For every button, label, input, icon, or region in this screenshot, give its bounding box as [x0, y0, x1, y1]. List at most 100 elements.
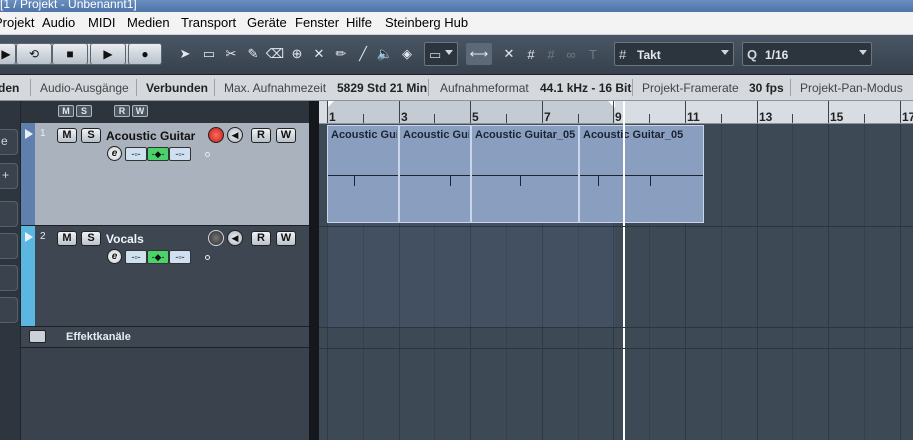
inspector-insert-button[interactable]: +	[0, 163, 18, 189]
menu-bar: Projekt Audio MIDI Medien Transport Gerä…	[0, 12, 913, 35]
track-list-divider[interactable]	[309, 101, 319, 440]
audio-event[interactable]: Acoustic Gui	[399, 125, 471, 223]
read-automation-button[interactable]: R	[251, 231, 271, 246]
color-tool[interactable]: ◈	[396, 43, 418, 65]
info-item: Verbunden	[146, 81, 209, 95]
monitor-button[interactable]: ◀	[227, 230, 243, 246]
inspector-section-2[interactable]	[0, 233, 18, 259]
track-name[interactable]: Vocals	[106, 232, 144, 246]
track-name[interactable]: Acoustic Guitar	[106, 129, 195, 143]
snap-mode-button[interactable]: ✕	[498, 43, 520, 65]
bar-number: 9	[615, 110, 622, 124]
ruler-tick	[685, 101, 686, 123]
inserts-button[interactable]: -▫-	[125, 147, 147, 161]
split-tool[interactable]: ✂	[220, 43, 242, 65]
menu-midi[interactable]: MIDI	[88, 15, 115, 30]
cycle-range[interactable]	[327, 101, 615, 123]
object-selection-tool[interactable]: ➤	[174, 43, 196, 65]
inserts-button[interactable]: -▫-	[125, 250, 147, 264]
audio-event[interactable]: Acoustic Gui	[327, 125, 399, 223]
mute-button[interactable]: M	[57, 231, 77, 246]
go-to-end-button[interactable]: ▶	[0, 43, 16, 65]
project-cursor[interactable]	[623, 101, 625, 440]
global-mute-button[interactable]: M	[58, 105, 74, 117]
color-select[interactable]: ▭	[424, 42, 458, 66]
track-expand-icon[interactable]	[25, 129, 33, 139]
erase-tool[interactable]: ⌫	[264, 43, 286, 65]
info-item: 30 fps	[749, 81, 784, 95]
track-vocals[interactable]: 2 M S Vocals ◀ R W e -▫- -◆- -▫-	[21, 226, 309, 327]
track-separator	[319, 226, 913, 227]
stop-button[interactable]: ■	[52, 43, 88, 65]
menu-geraete[interactable]: Geräte	[247, 15, 287, 30]
plus-icon: +	[2, 168, 10, 182]
fx-channel-folder[interactable]: Effektkanäle	[21, 327, 309, 348]
waveform	[472, 175, 578, 176]
play-button[interactable]: ▶	[90, 43, 126, 65]
track-acoustic-guitar[interactable]: 1 M S Acoustic Guitar ◀ R W e -▫- -◆- -▫…	[21, 123, 309, 226]
record-button[interactable]: ●	[128, 43, 162, 65]
inspector-section-3[interactable]	[0, 265, 18, 291]
eq-button[interactable]: -◆-	[147, 147, 169, 161]
read-automation-button[interactable]: R	[251, 128, 271, 143]
write-automation-button[interactable]: W	[276, 231, 296, 246]
arrange-window[interactable]: 1 3 5 7 9 11 13 15 17 Acoustic Gui Acoustic Gui Ac…	[319, 101, 913, 440]
grid-icon: #	[527, 46, 535, 62]
ruler-tick	[327, 101, 328, 123]
paint-icon: ◈	[402, 46, 412, 61]
draw-tool[interactable]: ✏	[330, 43, 352, 65]
cycle-button[interactable]: ⟲	[16, 43, 52, 65]
grid-type-select[interactable]: # Takt	[614, 42, 734, 66]
line-tool[interactable]: ╱	[352, 43, 374, 65]
ruler-tick	[828, 101, 829, 123]
monitor-button[interactable]: ◀	[227, 127, 243, 143]
menu-fenster[interactable]: Fenster	[295, 15, 339, 30]
inspector-section-1[interactable]	[0, 201, 18, 227]
solo-button[interactable]: S	[81, 128, 101, 143]
glue-tool[interactable]: ✎	[242, 43, 264, 65]
mute-button[interactable]: M	[57, 128, 77, 143]
menu-audio[interactable]: Audio	[42, 15, 75, 30]
global-write-button[interactable]: W	[132, 105, 148, 117]
inspector-edit-button[interactable]: e	[0, 129, 18, 155]
menu-transport[interactable]: Transport	[181, 15, 236, 30]
link-button[interactable]: ∞	[560, 43, 582, 65]
sends-button[interactable]: -▫-	[169, 147, 191, 161]
grid-disabled-button[interactable]: #	[540, 43, 562, 65]
zoom-tool[interactable]: ⊕	[286, 43, 308, 65]
edit-channel-button[interactable]: e	[107, 146, 122, 161]
tuning-button[interactable]: T	[582, 43, 604, 65]
quantize-select[interactable]: Q 1/16	[742, 42, 872, 66]
global-solo-button[interactable]: S	[76, 105, 92, 117]
inspector-strip: e +	[0, 101, 21, 440]
inspector-section-4[interactable]	[0, 297, 18, 323]
grid-button[interactable]: #	[520, 43, 542, 65]
track-expand-icon[interactable]	[25, 232, 33, 242]
menu-hilfe[interactable]: Hilfe	[346, 15, 372, 30]
range-selection-tool[interactable]: ▭	[198, 43, 220, 65]
menu-projekt[interactable]: Projekt	[0, 15, 34, 30]
menu-steinberg-hub[interactable]: Steinberg Hub	[385, 15, 468, 30]
play-tool[interactable]: 🔈	[374, 43, 396, 65]
menu-medien[interactable]: Medien	[127, 15, 170, 30]
record-enable-button[interactable]	[208, 230, 224, 246]
mute-tool[interactable]: ✕	[308, 43, 330, 65]
solo-button[interactable]: S	[81, 231, 101, 246]
autoscroll-icon: ⟷	[469, 46, 489, 61]
left-locator-icon[interactable]	[327, 101, 334, 108]
stop-icon: ■	[66, 47, 74, 61]
audio-event[interactable]: Acoustic Guitar_05	[471, 125, 579, 223]
eq-button[interactable]: -◆-	[147, 250, 169, 264]
lane-dot[interactable]	[205, 152, 210, 157]
record-enable-button[interactable]	[208, 127, 224, 143]
global-read-button[interactable]: R	[114, 105, 130, 117]
write-automation-button[interactable]: W	[276, 128, 296, 143]
ruler-tick	[792, 114, 793, 123]
info-separator	[790, 79, 791, 96]
lane-dot[interactable]	[205, 255, 210, 260]
audio-event[interactable]: Acoustic Guitar_05	[579, 125, 704, 223]
edit-channel-button[interactable]: e	[107, 249, 122, 264]
timeline-ruler[interactable]: 1 3 5 7 9 11 13 15 17	[319, 101, 913, 124]
sends-button[interactable]: -▫-	[169, 250, 191, 264]
autoscroll-button[interactable]: ⟷	[466, 43, 492, 65]
